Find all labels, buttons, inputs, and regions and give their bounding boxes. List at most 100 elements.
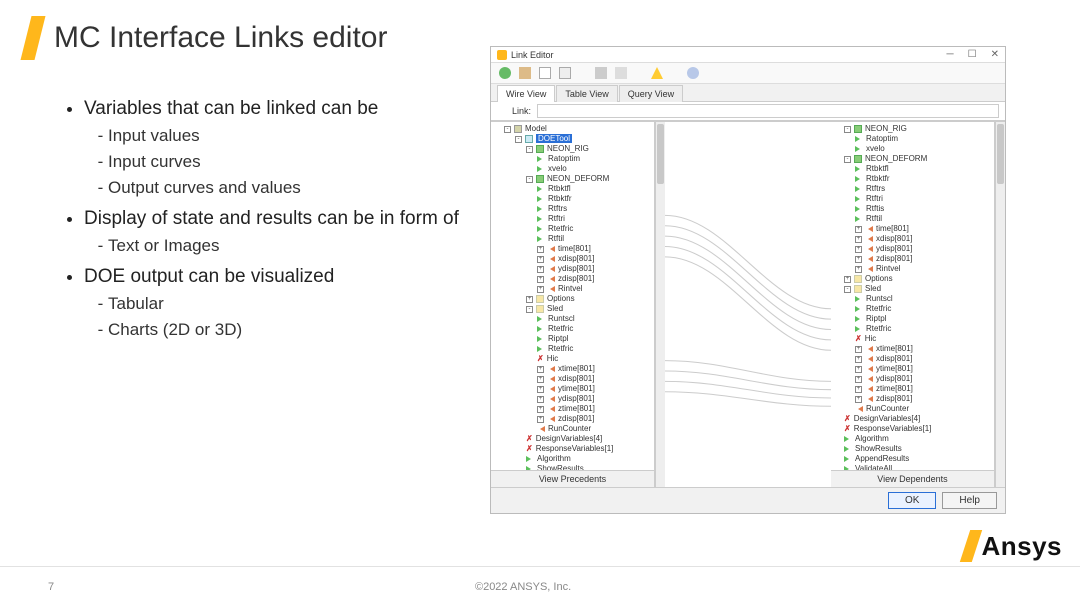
ok-button[interactable]: OK (888, 492, 936, 509)
cut-icon[interactable] (595, 67, 607, 79)
expand-icon[interactable]: + (855, 266, 862, 273)
expand-icon[interactable]: - (844, 126, 851, 133)
expand-icon[interactable]: + (537, 266, 544, 273)
expand-icon[interactable]: + (855, 396, 862, 403)
view-dependents-button[interactable]: View Dependents (831, 470, 994, 487)
right-tree[interactable]: -NEON_RIGRatoptimxvelo-NEON_DEFORMRtbktf… (831, 122, 994, 470)
tree-row[interactable]: Runtscl (537, 314, 652, 324)
tree-row[interactable]: +xtime[801] (537, 364, 652, 374)
expand-icon[interactable]: - (844, 156, 851, 163)
refresh-icon[interactable] (499, 67, 511, 79)
left-scrollbar[interactable] (655, 122, 665, 487)
close-icon[interactable]: ✕ (991, 49, 999, 60)
tree-row[interactable]: +xtime[801] (855, 344, 992, 354)
tree-row[interactable]: +xdisp[801] (855, 354, 992, 364)
copy-icon[interactable] (615, 67, 627, 79)
expand-icon[interactable]: + (855, 236, 862, 243)
tree-row[interactable]: ✗Hic (537, 354, 652, 364)
tree-row[interactable]: +Rintvel (855, 264, 992, 274)
tree-row[interactable]: Rtbktfl (537, 184, 652, 194)
tree-row[interactable]: +time[801] (855, 224, 992, 234)
expand-icon[interactable]: - (844, 286, 851, 293)
tree-row[interactable]: +ydisp[801] (537, 264, 652, 274)
warning-icon[interactable] (651, 67, 663, 79)
expand-icon[interactable]: + (844, 276, 851, 283)
tree-row[interactable]: +zdisp[801] (537, 274, 652, 284)
tree-row[interactable]: ✗ResponseVariables[1] (526, 444, 652, 454)
tree-row[interactable]: Riptpl (855, 314, 992, 324)
tree-row[interactable]: Rtetfric (855, 304, 992, 314)
expand-icon[interactable]: + (537, 286, 544, 293)
minimize-icon[interactable]: ─ (947, 49, 954, 60)
tree-row[interactable]: Rtbktfl (855, 164, 992, 174)
tree-row[interactable]: Rtetfric (537, 224, 652, 234)
expand-icon[interactable]: - (526, 146, 533, 153)
expand-icon[interactable]: + (855, 366, 862, 373)
tree-row[interactable]: -NEON_RIG (526, 144, 652, 154)
expand-icon[interactable]: + (855, 386, 862, 393)
expand-icon[interactable]: + (537, 396, 544, 403)
expand-icon[interactable]: + (855, 356, 862, 363)
expand-icon[interactable]: + (855, 346, 862, 353)
link-field[interactable] (537, 104, 999, 118)
tree-row[interactable]: ✗DesignVariables[4] (844, 414, 992, 424)
tree-row[interactable]: -Sled (526, 304, 652, 314)
tree-row[interactable]: -NEON_RIG (844, 124, 992, 134)
tree-row[interactable]: +ytime[801] (855, 364, 992, 374)
expand-icon[interactable]: + (537, 416, 544, 423)
tree-row[interactable]: Ratoptim (537, 154, 652, 164)
tree-row[interactable]: Rtetfric (537, 344, 652, 354)
tree-row[interactable]: +Rintvel (537, 284, 652, 294)
tree-row[interactable]: -Sled (844, 284, 992, 294)
expand-icon[interactable]: + (537, 366, 544, 373)
tree-row[interactable]: +zdisp[801] (855, 394, 992, 404)
tree-row[interactable]: Rtftrs (537, 204, 652, 214)
tree-row[interactable]: ✗Hic (855, 334, 992, 344)
expand-icon[interactable]: + (537, 406, 544, 413)
tree-row[interactable]: AppendResults (844, 454, 992, 464)
tree-row[interactable]: ShowResults (844, 444, 992, 454)
view-precedents-button[interactable]: View Precedents (491, 470, 654, 487)
expand-icon[interactable]: + (537, 276, 544, 283)
maximize-icon[interactable]: ☐ (968, 49, 977, 60)
expand-icon[interactable]: + (855, 246, 862, 253)
doc-icon[interactable] (559, 67, 571, 79)
expand-icon[interactable]: + (855, 376, 862, 383)
expand-icon[interactable]: - (515, 136, 522, 143)
expand-icon[interactable]: - (526, 306, 533, 313)
tree-row[interactable]: +ytime[801] (537, 384, 652, 394)
expand-icon[interactable]: + (526, 296, 533, 303)
tree-row[interactable]: Rtbktfr (855, 174, 992, 184)
tree-row[interactable]: -Model (504, 124, 652, 134)
tree-row[interactable]: xvelo (855, 144, 992, 154)
expand-icon[interactable]: + (537, 256, 544, 263)
tree-row[interactable]: +Options (844, 274, 992, 284)
tree-row[interactable]: Rtftil (537, 234, 652, 244)
help-button[interactable]: Help (942, 492, 997, 509)
tree-row[interactable]: Algorithm (844, 434, 992, 444)
tree-row[interactable]: Rtftri (537, 214, 652, 224)
tree-row[interactable]: +ztime[801] (855, 384, 992, 394)
tree-row[interactable]: xvelo (537, 164, 652, 174)
left-tree[interactable]: -Model-DOETool-NEON_RIGRatoptimxvelo-NEO… (491, 122, 654, 470)
tree-row[interactable]: +ydisp[801] (537, 394, 652, 404)
tree-row[interactable]: RunCounter (537, 424, 652, 434)
expand-icon[interactable]: + (855, 226, 862, 233)
tree-row[interactable]: Algorithm (526, 454, 652, 464)
tab-query-view[interactable]: Query View (619, 85, 683, 102)
tree-row[interactable]: ✗DesignVariables[4] (526, 434, 652, 444)
tree-row[interactable]: Rtftrs (855, 184, 992, 194)
tree-row[interactable]: +xdisp[801] (537, 254, 652, 264)
tree-row[interactable]: +Options (526, 294, 652, 304)
tree-row[interactable]: -NEON_DEFORM (526, 174, 652, 184)
tree-row[interactable]: Rtftis (855, 204, 992, 214)
tree-row[interactable]: Rtftri (855, 194, 992, 204)
tab-table-view[interactable]: Table View (556, 85, 617, 102)
tree-row[interactable]: +zdisp[801] (855, 254, 992, 264)
right-scrollbar[interactable] (995, 122, 1005, 487)
tree-row[interactable]: Rtftil (855, 214, 992, 224)
new-icon[interactable] (539, 67, 551, 79)
tab-wire-view[interactable]: Wire View (497, 85, 555, 102)
expand-icon[interactable]: - (504, 126, 511, 133)
tree-row[interactable]: Riptpl (537, 334, 652, 344)
